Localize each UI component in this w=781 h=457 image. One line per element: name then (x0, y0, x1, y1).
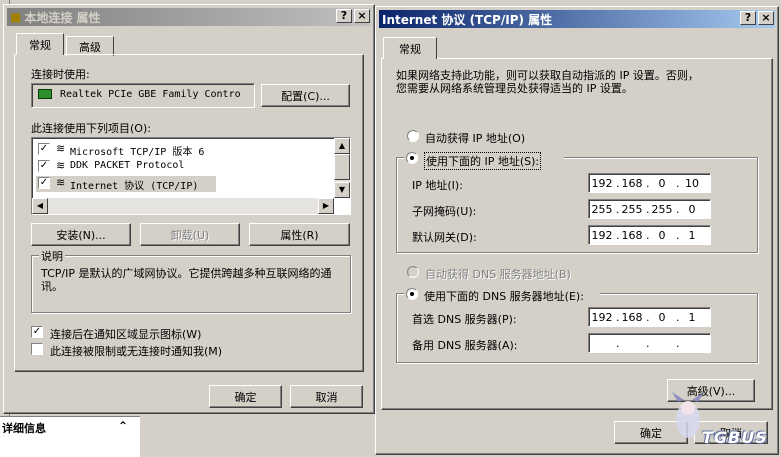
install-button[interactable]: 安装(N)... (31, 223, 131, 246)
alternate-dns-label: 备用 DNS 服务器(A): (412, 339, 518, 352)
local-connection-properties-dialog: ■ 本地连接 属性 ? × 常规 高级 连接时使用: Realtek PCIe … (3, 4, 375, 414)
subnet-mask-field[interactable]: 255. 255. 255. 0 (588, 199, 711, 219)
gateway-field[interactable]: 192. 168. 0. 1 (588, 225, 711, 245)
right-dialog-title: Internet 协议 (TCP/IP) 属性 (382, 12, 553, 27)
auto-dns-radio[interactable] (407, 266, 419, 278)
scroll-left-icon[interactable]: ◀ (32, 198, 48, 214)
manual-dns-legend: 使用下面的 DNS 服务器地址(E): (404, 286, 600, 303)
adapter-name: Realtek PCIe GBE Family Contro (60, 89, 241, 100)
list-item-label: Internet 协议 (TCP/IP) (70, 181, 199, 192)
ip-address-field[interactable]: 192. 168. 0. 10 (588, 173, 711, 193)
list-item-label: Microsoft TCP/IP 版本 6 (70, 147, 205, 158)
right-dialog-titlebar[interactable]: Internet 协议 (TCP/IP) 属性 (379, 10, 775, 28)
vertical-scrollbar[interactable]: ▲ ▼ (334, 138, 350, 198)
subnet-mask-label: 子网掩码(U): (412, 205, 477, 218)
advanced-button[interactable]: 高级(V)... (667, 379, 755, 402)
show-icon-label: 连接后在通知区域显示图标(W) (50, 328, 202, 341)
horizontal-scrollbar[interactable]: ◀ ▶ (32, 198, 334, 214)
left-ok-button[interactable]: 确定 (209, 385, 282, 408)
intro-text: 如果网络支持此功能，则可以获取自动指派的 IP 设置。否则， 您需要从网络系统管… (396, 69, 699, 95)
general-tab-panel: 连接时使用: Realtek PCIe GBE Family Contro 配置… (14, 54, 364, 372)
network-adapter-icon (38, 89, 52, 99)
connect-using-label: 连接时使用: (31, 68, 90, 81)
preferred-dns-label: 首选 DNS 服务器(P): (412, 313, 517, 326)
manual-ip-legend: 使用下面的 IP 地址(S): (404, 150, 564, 170)
items-label: 此连接使用下列项目(O): (31, 122, 151, 135)
item-checkbox[interactable]: ✓ (38, 160, 50, 172)
description-text: TCP/IP 是默认的广域网协议。它提供跨越多种互联网络的通讯。 (41, 267, 332, 293)
tab-general[interactable]: 常规 (16, 33, 64, 55)
alternate-dns-field[interactable]: . . . (588, 333, 711, 353)
show-icon-checkbox[interactable]: ✓ (31, 326, 43, 338)
scroll-down-icon[interactable]: ▼ (334, 182, 350, 198)
protocol-icon: ≋ (56, 142, 66, 155)
protocol-icon: ≋ (56, 176, 66, 189)
item-checkbox[interactable]: ✓ (38, 177, 50, 189)
notify-checkbox[interactable] (31, 343, 43, 355)
components-list[interactable]: ✓ ≋ Microsoft TCP/IP 版本 6 ✓ ≋ DDK PACKET… (31, 137, 351, 215)
configure-button[interactable]: 配置(C)... (261, 84, 350, 107)
help-icon[interactable]: ? (740, 11, 756, 25)
close-icon[interactable]: × (758, 11, 774, 25)
adapter-field: Realtek PCIe GBE Family Contro (31, 83, 255, 108)
left-help-button[interactable]: ? (336, 9, 352, 23)
list-item[interactable]: ✓ ≋ Microsoft TCP/IP 版本 6 (36, 142, 326, 158)
left-dialog-title: 本地连接 属性 (24, 10, 101, 25)
tcpip-properties-dialog: Internet 协议 (TCP/IP) 属性 ? × 常规 如果网络支持此功能… (375, 6, 779, 455)
protocol-icon: ≋ (56, 159, 66, 172)
gateway-label: 默认网关(D): (412, 231, 477, 244)
item-checkbox[interactable]: ✓ (38, 143, 50, 155)
network-icon: ■ (10, 10, 22, 24)
double-chevron-up-icon[interactable]: ⌃ (118, 419, 128, 433)
background-details-bar: 详细信息 ⌃ (0, 416, 140, 457)
details-label: 详细信息 (2, 422, 46, 435)
right-cancel-button[interactable]: 取消 (694, 421, 768, 444)
properties-button[interactable]: 属性(R) (249, 223, 350, 246)
list-item[interactable]: ✓ ≋ DDK PACKET Protocol (36, 159, 326, 174)
notify-label: 此连接被限制或无连接时通知我(M) (50, 345, 223, 358)
auto-ip-radio[interactable] (407, 130, 419, 142)
manual-dns-radio[interactable] (406, 288, 418, 300)
manual-ip-radio[interactable] (406, 152, 418, 164)
right-ok-button[interactable]: 确定 (614, 421, 688, 444)
manual-ip-label: 使用下面的 IP 地址(S): (424, 152, 542, 170)
tab-advanced[interactable]: 高级 (66, 36, 114, 56)
left-cancel-button[interactable]: 取消 (290, 385, 363, 408)
list-item[interactable]: ✓ ≋ Internet 协议 (TCP/IP) (36, 176, 216, 192)
scroll-right-icon[interactable]: ▶ (318, 198, 334, 214)
left-dialog-titlebar[interactable]: ■ 本地连接 属性 (7, 8, 371, 26)
uninstall-button[interactable]: 卸载(U) (140, 223, 240, 246)
tab-general[interactable]: 常规 (383, 37, 437, 59)
list-item-label: DDK PACKET Protocol (70, 160, 185, 171)
preferred-dns-field[interactable]: 192. 168. 0. 1 (588, 307, 711, 327)
manual-dns-label: 使用下面的 DNS 服务器地址(E): (424, 290, 584, 303)
auto-dns-label: 自动获得 DNS 服务器地址(B) (425, 268, 571, 281)
scroll-thumb[interactable] (334, 154, 350, 180)
description-legend: 说明 (39, 248, 65, 264)
auto-ip-label: 自动获得 IP 地址(O) (425, 132, 526, 145)
scroll-up-icon[interactable]: ▲ (334, 138, 350, 154)
ip-address-label: IP 地址(I): (412, 179, 463, 192)
tcpip-general-panel: 如果网络支持此功能，则可以获取自动指派的 IP 设置。否则， 您需要从网络系统管… (381, 58, 773, 410)
left-close-button[interactable]: × (354, 9, 370, 23)
